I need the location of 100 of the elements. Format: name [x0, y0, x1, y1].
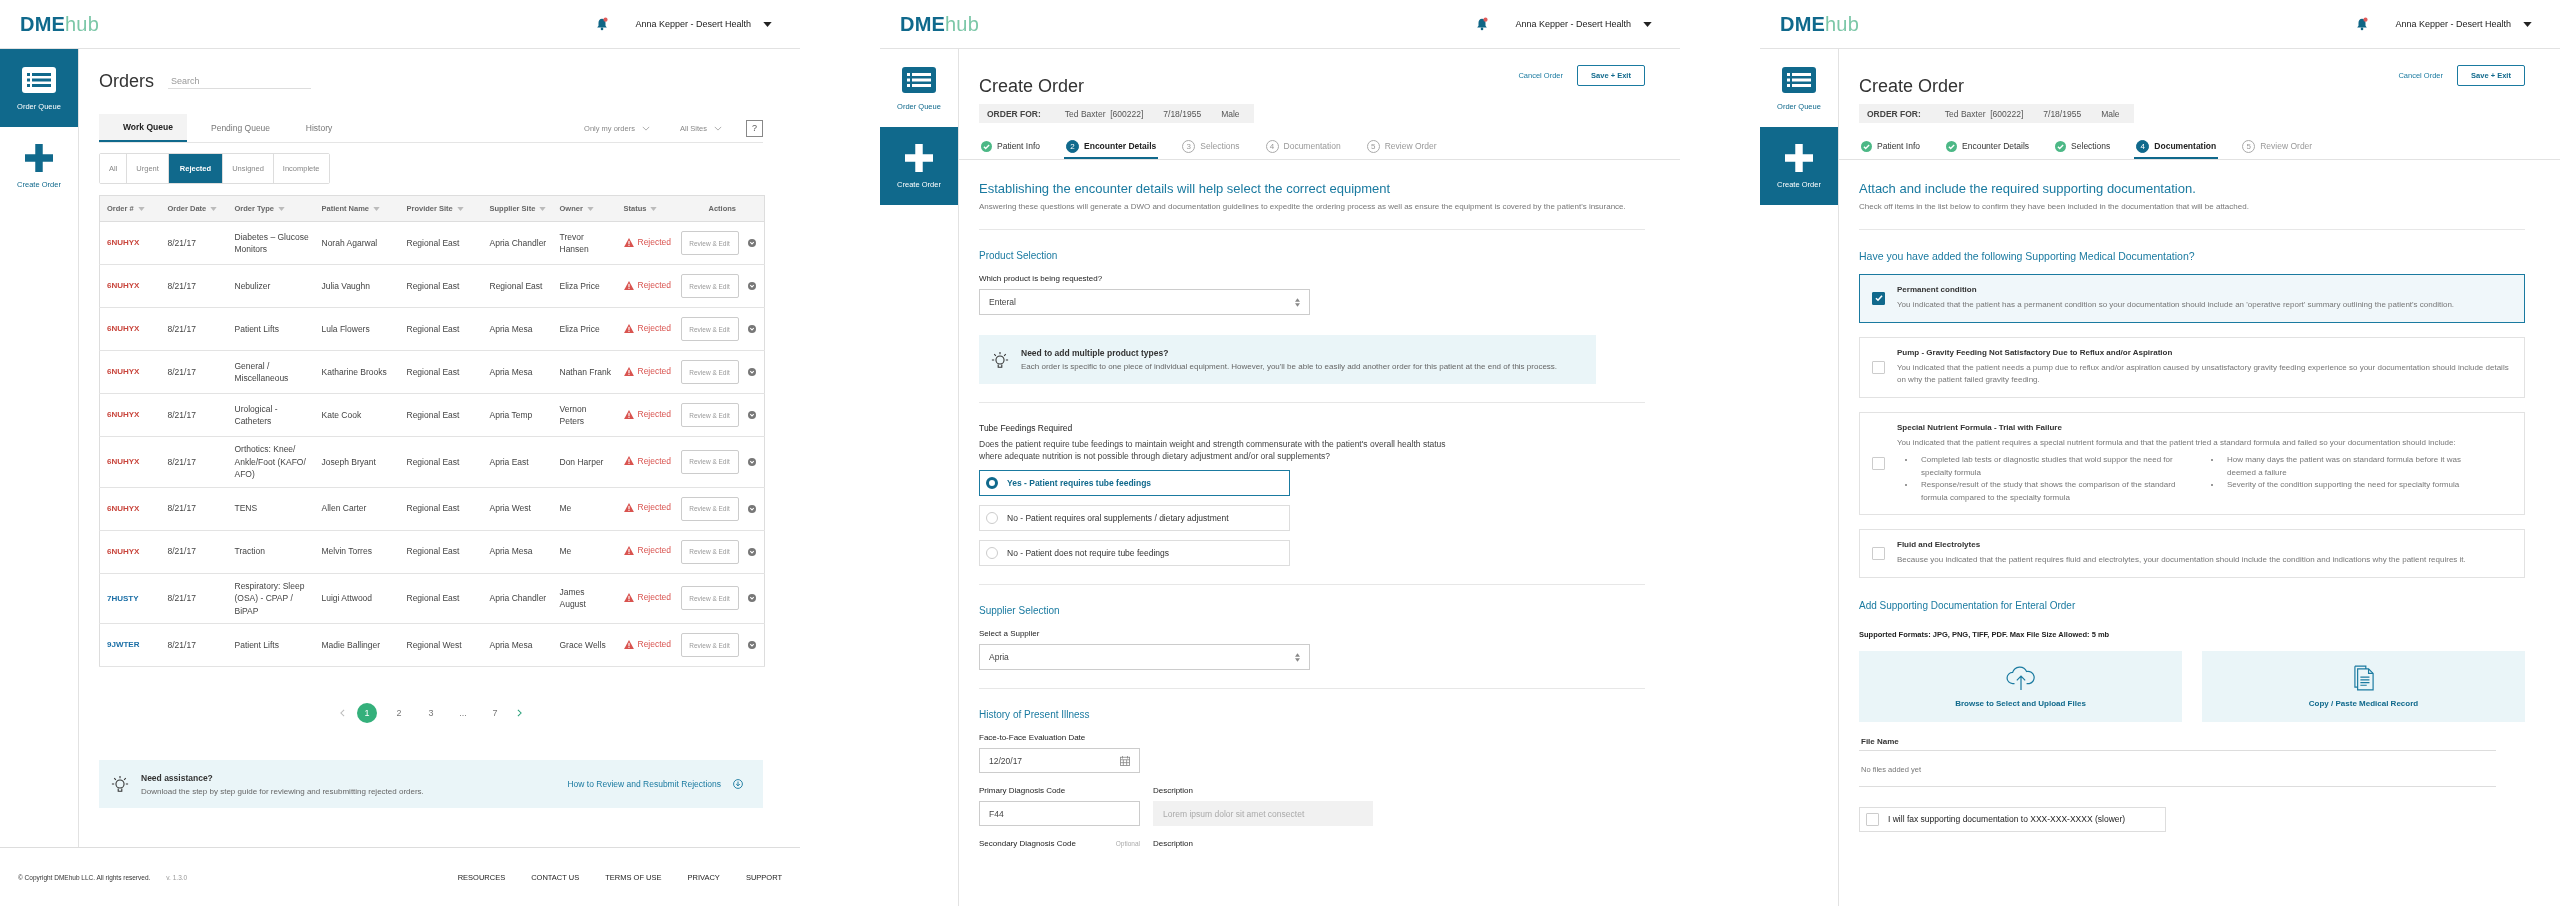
- order-link[interactable]: 7HUSTY: [107, 593, 139, 603]
- expand-icon[interactable]: [747, 325, 756, 333]
- fax-option[interactable]: I will fax supporting documentation to XXX-XXX-XXXX (slower): [1859, 806, 2166, 832]
- warning-icon: [623, 456, 634, 466]
- help-button[interactable]: ?: [746, 119, 763, 137]
- expand-icon[interactable]: [747, 282, 756, 290]
- expand-icon[interactable]: [747, 594, 756, 603]
- warning-icon: [623, 366, 634, 376]
- sort-icon[interactable]: [277, 207, 285, 211]
- order-link[interactable]: 6NUHYX: [107, 546, 140, 556]
- sort-icon[interactable]: [650, 207, 658, 211]
- table-cell: Allen Carter: [314, 487, 400, 530]
- sort-icon[interactable]: [373, 207, 381, 211]
- page-title: Orders: [99, 70, 154, 93]
- step-tab[interactable]: Patient Info: [979, 135, 1042, 159]
- step-tab[interactable]: 4 Documentation: [2134, 135, 2219, 159]
- order-link[interactable]: 9JWTER: [107, 640, 140, 650]
- step-tab[interactable]: 3 Selections: [1180, 135, 1242, 159]
- tab[interactable]: Work Queue: [99, 114, 187, 142]
- next-page-icon[interactable]: [517, 709, 522, 717]
- page-button[interactable]: 2: [389, 703, 409, 723]
- table-cell: Eliza Price: [552, 307, 617, 351]
- upload-button[interactable]: Browse to Select and Upload Files: [1859, 650, 2182, 722]
- sort-icon[interactable]: [210, 207, 218, 211]
- order-link[interactable]: 6NUHYX: [107, 324, 140, 334]
- status-text: Rejected: [637, 454, 672, 468]
- table-cell: Urological - Catheters: [227, 393, 315, 437]
- radio-option[interactable]: No - Patient does not require tube feedings: [979, 540, 1290, 566]
- previous-page-icon[interactable]: [340, 709, 345, 717]
- description-field[interactable]: Lorem ipsum dolor sit amet consectet: [1153, 801, 1373, 826]
- order-for-label: ORDER FOR:: [1867, 108, 1921, 119]
- item-text: You indicated that the patient requires a special nutrient formula and that the patient tried a standard formula and failed so your documentation should include:: [1897, 436, 2457, 449]
- check-circle-icon: [1946, 140, 1957, 152]
- user-menu[interactable]: Anna Kepper - Desert Health: [635, 19, 772, 29]
- checklist-card[interactable]: Permanent condition You indicated that the patient has a permanent condition so your documentation should include an 'operative report' summary outlining the patient's condition.: [1859, 274, 2525, 323]
- status-text: Rejected: [637, 544, 672, 557]
- page-button[interactable]: 7: [485, 703, 505, 723]
- table-cell: Luigi Attwood: [314, 573, 400, 624]
- caret-icon: [1643, 21, 1652, 27]
- order-link[interactable]: 6NUHYX: [107, 503, 140, 513]
- guide-link[interactable]: How to Review and Resubmit Rejections: [567, 779, 721, 789]
- radio-option[interactable]: Yes - Patient requires tube feedings: [979, 470, 1290, 496]
- sort-icon[interactable]: [586, 207, 594, 211]
- expand-icon[interactable]: [747, 239, 756, 247]
- expand-icon[interactable]: [747, 641, 756, 649]
- tab[interactable]: History: [275, 114, 363, 142]
- expand-icon[interactable]: [747, 504, 756, 513]
- warning-icon: [623, 639, 634, 649]
- checklist-card[interactable]: [1859, 411, 2525, 515]
- expand-icon[interactable]: [747, 368, 756, 376]
- item-title: Pump - Gravity Feeding Not Satisfactory Due to Reflux and/or Aspiration: [1897, 347, 2174, 357]
- checklist-card[interactable]: [1859, 336, 2525, 398]
- radio-button[interactable]: [986, 477, 998, 489]
- patient-sex: Male: [1221, 108, 1240, 119]
- date-field[interactable]: 12/20/17: [979, 748, 1140, 773]
- notification-bell-icon[interactable]: [595, 17, 610, 31]
- paste-record-button[interactable]: Copy / Paste Medical Record: [2202, 650, 2525, 722]
- notification-bell-icon[interactable]: [2355, 17, 2370, 31]
- checklist-card[interactable]: Fluid and Electrolytes Because you indicated that the patient requires fluid and electrolytes, your documentation should include the condition and indications why the patient requires it.: [1859, 529, 2525, 578]
- page-button[interactable]: ...: [453, 703, 473, 723]
- sort-icon[interactable]: [137, 207, 145, 211]
- item-text: Because you indicated that the patient requires fluid and electrolytes, your documentation should include the condition and indications why the patient requires it.: [1897, 554, 2466, 566]
- diagnosis-code-field[interactable]: F44: [979, 801, 1140, 826]
- expand-icon[interactable]: [747, 457, 756, 466]
- step-tab[interactable]: 5 Review Order: [1364, 135, 1439, 159]
- lightbulb-icon: [991, 350, 1009, 369]
- item-title: Fluid and Electrolytes: [1897, 540, 1982, 549]
- product-select[interactable]: Enteral: [979, 289, 1310, 315]
- page-button[interactable]: 3: [421, 703, 441, 723]
- checkbox[interactable]: [1872, 291, 1885, 305]
- assistance-text: Download the step by step guide for reviewing and resubmitting rejected orders.: [141, 786, 425, 796]
- notification-bell-icon[interactable]: [1475, 17, 1490, 31]
- user-menu[interactable]: Anna Kepper - Desert Health: [1515, 19, 1652, 29]
- order-link[interactable]: 6NUHYX: [107, 281, 140, 291]
- sort-icon[interactable]: [539, 207, 547, 211]
- tab[interactable]: Pending Queue: [187, 114, 275, 142]
- step-tab[interactable]: Encounter Details: [1944, 135, 2032, 159]
- patient-name: Ted Baxter [600222]: [1944, 108, 2024, 119]
- calendar-icon[interactable]: [1120, 755, 1130, 766]
- radio-option[interactable]: No - Patient requires oral supplements / dietary adjustment: [979, 505, 1290, 531]
- order-link[interactable]: 6NUHYX: [107, 457, 140, 466]
- expand-icon[interactable]: [747, 411, 756, 419]
- check-circle-icon: [1861, 140, 1872, 152]
- sort-icon[interactable]: [456, 207, 464, 211]
- order-link[interactable]: 6NUHYX: [107, 367, 140, 377]
- step-tab[interactable]: 2 Encounter Details: [1064, 135, 1159, 159]
- download-icon[interactable]: [733, 779, 743, 789]
- section-title: History of Present Illness: [979, 709, 1091, 720]
- step-tab[interactable]: Selections: [2053, 135, 2113, 159]
- step-tab[interactable]: Patient Info: [1859, 135, 1922, 159]
- expand-icon[interactable]: [747, 547, 756, 556]
- order-link[interactable]: 6NUHYX: [107, 238, 140, 248]
- step-tab[interactable]: 5 Review Order: [2240, 135, 2315, 159]
- order-link[interactable]: 6NUHYX: [107, 410, 140, 420]
- intro-text: Check off items in the list below to confirm they have been included in the documentation that will be attached.: [1859, 202, 2250, 211]
- patient-name: Ted Baxter [600222]: [1064, 108, 1144, 119]
- table-cell: Julia Vaughn: [314, 264, 400, 308]
- supplier-select[interactable]: Apria: [979, 644, 1310, 670]
- step-tab[interactable]: 4 Documentation: [1263, 135, 1343, 159]
- user-menu[interactable]: Anna Kepper - Desert Health: [2395, 19, 2532, 29]
